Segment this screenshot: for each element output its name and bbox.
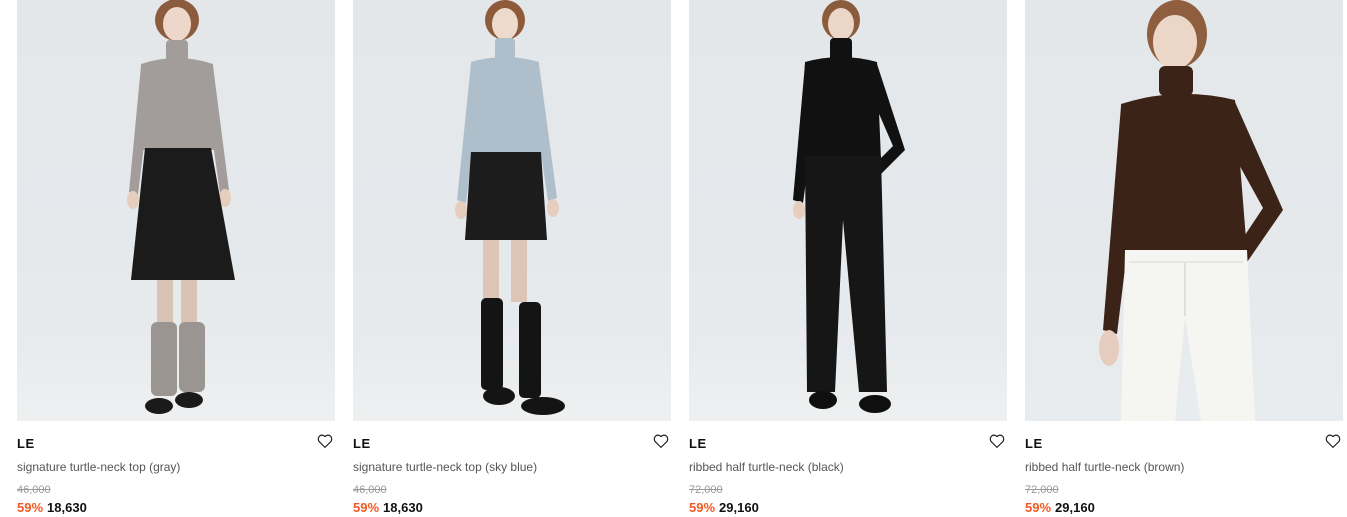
product-card[interactable]: LE ribbed half turtle-neck (brown) 72,00… [1025,0,1343,517]
discount-rate: 59% [1025,500,1052,515]
model-figure [455,0,565,415]
model-figure [793,0,905,413]
original-price: 72,000 [689,484,723,496]
product-image[interactable] [1025,0,1343,421]
price-row: 59% 18,630 [353,500,423,515]
product-name[interactable]: ribbed half turtle-neck (brown) [1025,460,1184,474]
brand-name[interactable]: LE [17,436,35,451]
model-figure [1099,0,1283,421]
brand-name[interactable]: LE [689,436,707,451]
brand-name[interactable]: LE [1025,436,1043,451]
model-figure [127,0,235,414]
product-card[interactable]: LE signature turtle-neck top (gray) 46,0… [17,0,335,517]
product-name[interactable]: signature turtle-neck top (gray) [17,460,180,474]
discount-rate: 59% [353,500,380,515]
original-price: 46,000 [353,484,387,496]
original-price: 72,000 [1025,484,1059,496]
product-grid: LE signature turtle-neck top (gray) 46,0… [0,0,1347,517]
price-row: 59% 18,630 [17,500,87,515]
product-image[interactable] [689,0,1007,421]
sale-price: 18,630 [383,500,423,515]
product-image[interactable] [17,0,335,421]
sale-price: 29,160 [1055,500,1095,515]
discount-rate: 59% [689,500,716,515]
product-card[interactable]: LE ribbed half turtle-neck (black) 72,00… [689,0,1007,517]
sale-price: 18,630 [47,500,87,515]
product-name[interactable]: signature turtle-neck top (sky blue) [353,460,537,474]
sale-price: 29,160 [719,500,759,515]
brand-name[interactable]: LE [353,436,371,451]
heart-icon[interactable] [1324,432,1342,450]
product-image[interactable] [353,0,671,421]
price-row: 59% 29,160 [689,500,759,515]
heart-icon[interactable] [316,432,334,450]
price-row: 59% 29,160 [1025,500,1095,515]
heart-icon[interactable] [988,432,1006,450]
discount-rate: 59% [17,500,44,515]
product-name[interactable]: ribbed half turtle-neck (black) [689,460,844,474]
product-card[interactable]: LE signature turtle-neck top (sky blue) … [353,0,671,517]
original-price: 46,000 [17,484,51,496]
heart-icon[interactable] [652,432,670,450]
